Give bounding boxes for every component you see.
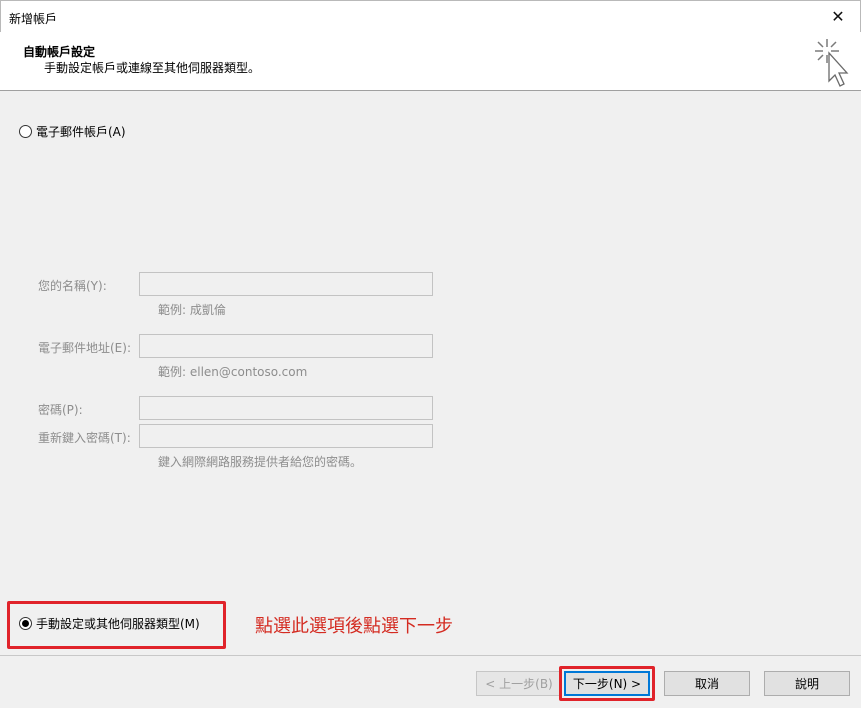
manual-setup-option[interactable]: 手動設定或其他伺服器類型(M): [19, 615, 200, 632]
name-label: 您的名稱(Y):: [38, 279, 107, 293]
back-button[interactable]: < 上一步(B): [476, 671, 562, 696]
instruction-annotation: 點選此選項後點選下一步: [255, 616, 453, 637]
window-title: 新增帳戶: [9, 12, 58, 26]
close-icon[interactable]: ✕: [816, 1, 860, 32]
manual-setup-radio[interactable]: [19, 617, 32, 630]
name-field[interactable]: [139, 272, 433, 296]
email-field[interactable]: [139, 334, 433, 358]
help-button[interactable]: 說明: [764, 671, 850, 696]
retype-password-label: 重新鍵入密碼(T):: [38, 431, 131, 445]
email-account-radio[interactable]: [19, 125, 32, 138]
retype-password-field[interactable]: [139, 424, 433, 448]
email-account-label: 電子郵件帳戶(A): [36, 125, 126, 139]
next-button[interactable]: 下一步(N) >: [564, 671, 650, 696]
password-hint: 鍵入網際網路服務提供者給您的密碼。: [158, 455, 363, 469]
title-bar: 新增帳戶 ✕: [0, 0, 861, 32]
manual-setup-label: 手動設定或其他伺服器類型(M): [36, 617, 200, 631]
wizard-header: 自動帳戶設定 手動設定帳戶或連線至其他伺服器類型。: [0, 32, 861, 91]
header-title: 自動帳戶設定: [23, 45, 96, 59]
header-subtitle: 手動設定帳戶或連線至其他伺服器類型。: [44, 61, 261, 75]
email-hint: 範例: ellen@contoso.com: [158, 365, 308, 379]
email-account-option[interactable]: 電子郵件帳戶(A): [19, 123, 126, 140]
name-hint: 範例: 成凱倫: [158, 303, 226, 317]
wizard-cursor-icon: [815, 39, 849, 87]
password-label: 密碼(P):: [38, 403, 83, 417]
password-field[interactable]: [139, 396, 433, 420]
footer-divider: [0, 655, 861, 656]
cancel-button[interactable]: 取消: [664, 671, 750, 696]
email-label: 電子郵件地址(E):: [38, 341, 131, 355]
